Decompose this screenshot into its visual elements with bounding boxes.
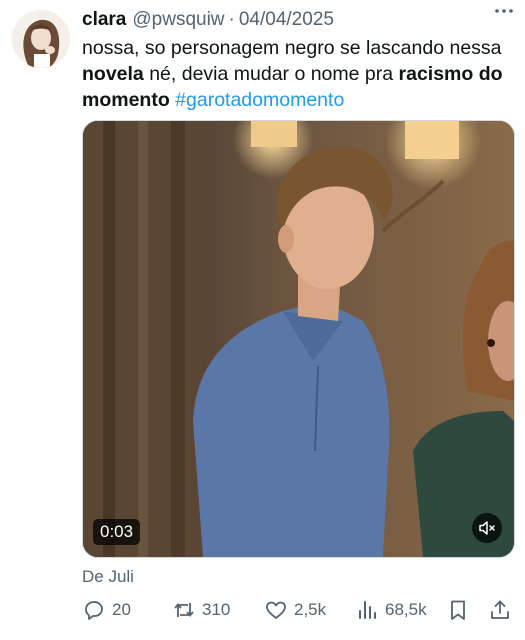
display-name[interactable]: clara xyxy=(82,9,126,31)
views-chart-icon xyxy=(359,601,376,619)
like-count: 2,5k xyxy=(294,600,327,619)
hashtag-link[interactable]: #garotadomomento xyxy=(175,89,344,111)
more-options-icon[interactable] xyxy=(493,4,515,18)
text-bold-novela: novela xyxy=(82,63,144,85)
video-frame xyxy=(83,121,514,557)
repost-button[interactable]: 310 xyxy=(172,596,230,624)
tweet-date[interactable]: 04/04/2025 xyxy=(239,9,334,31)
separator-dot: · xyxy=(228,9,235,30)
heart-icon xyxy=(266,601,286,619)
action-bar: 20 310 2,5k 68,5k xyxy=(82,596,512,624)
bookmark-button[interactable] xyxy=(446,596,470,624)
video-duration: 0:03 xyxy=(93,519,141,545)
tweet-header: clara @pwsquiw · 04/04/2025 xyxy=(82,8,513,32)
mute-button[interactable] xyxy=(472,513,502,543)
text-part: nossa, so personagem negro se lascando n… xyxy=(82,37,502,59)
speaker-muted-icon xyxy=(479,521,495,535)
avatar[interactable] xyxy=(12,10,70,68)
views-button[interactable]: 68,5k xyxy=(355,596,427,624)
reply-icon xyxy=(85,601,103,620)
repost-icon xyxy=(174,603,194,617)
views-count: 68,5k xyxy=(385,600,427,619)
video-player[interactable]: 0:03 xyxy=(82,120,515,558)
tweet: clara @pwsquiw · 04/04/2025 nossa, so pe… xyxy=(0,0,525,640)
reply-count: 20 xyxy=(112,600,131,619)
share-button[interactable] xyxy=(488,596,512,624)
share-icon xyxy=(491,600,509,619)
media-caption[interactable]: De Juli xyxy=(82,567,134,587)
like-button[interactable]: 2,5k xyxy=(264,596,326,624)
bookmark-icon xyxy=(451,600,465,620)
repost-count: 310 xyxy=(202,600,231,619)
tweet-text: nossa, so personagem negro se lascando n… xyxy=(82,35,522,113)
user-handle[interactable]: @pwsquiw xyxy=(132,9,224,31)
avatar-illustration xyxy=(12,10,70,68)
text-part: né, devia mudar o nome pra xyxy=(143,63,399,85)
reply-button[interactable]: 20 xyxy=(82,596,131,624)
